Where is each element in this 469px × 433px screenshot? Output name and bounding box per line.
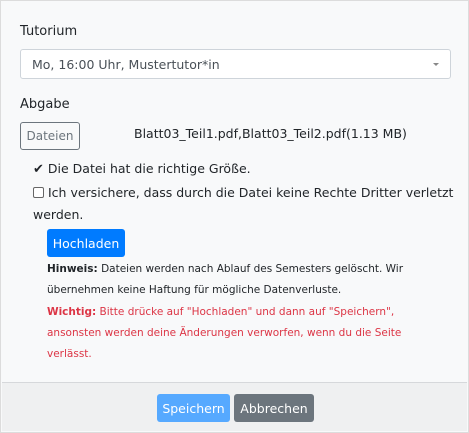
selected-files: Blatt03_Teil1.pdf,Blatt03_Teil2.pdf(1.13… — [134, 126, 407, 141]
upload-button[interactable]: Hochladen — [47, 229, 125, 257]
consent-text: Ich versichere, dass durch die Datei kei… — [48, 185, 454, 200]
tutorium-select[interactable]: Mo, 16:00 Uhr, Mustertutor*in — [20, 49, 451, 79]
chevron-down-icon — [433, 63, 439, 66]
consent-checkbox[interactable] — [33, 187, 44, 198]
check-icon: ✔ — [33, 162, 44, 177]
save-button[interactable]: Speichern — [157, 394, 230, 422]
tutorium-selected-value: Mo, 16:00 Uhr, Mustertutor*in — [32, 57, 220, 72]
tutorium-label: Tutorium — [20, 24, 78, 39]
cancel-button[interactable]: Abbrechen — [234, 394, 314, 422]
important-text: Wichtig: Bitte drücke auf "Hochladen" un… — [47, 306, 402, 360]
choose-files-button[interactable]: Dateien — [20, 122, 80, 150]
upload-dialog: Tutorium Mo, 16:00 Uhr, Mustertutor*in A… — [0, 0, 469, 433]
abgabe-label: Abgabe — [20, 97, 70, 112]
consent-text-cont: werden. — [33, 207, 84, 222]
size-ok-message: Die Datei hat die richtige Größe. — [47, 161, 251, 176]
hint-text: Hinweis: Dateien werden nach Ablauf des … — [47, 263, 404, 296]
dialog-footer: Speichern Abbrechen — [2, 382, 467, 431]
